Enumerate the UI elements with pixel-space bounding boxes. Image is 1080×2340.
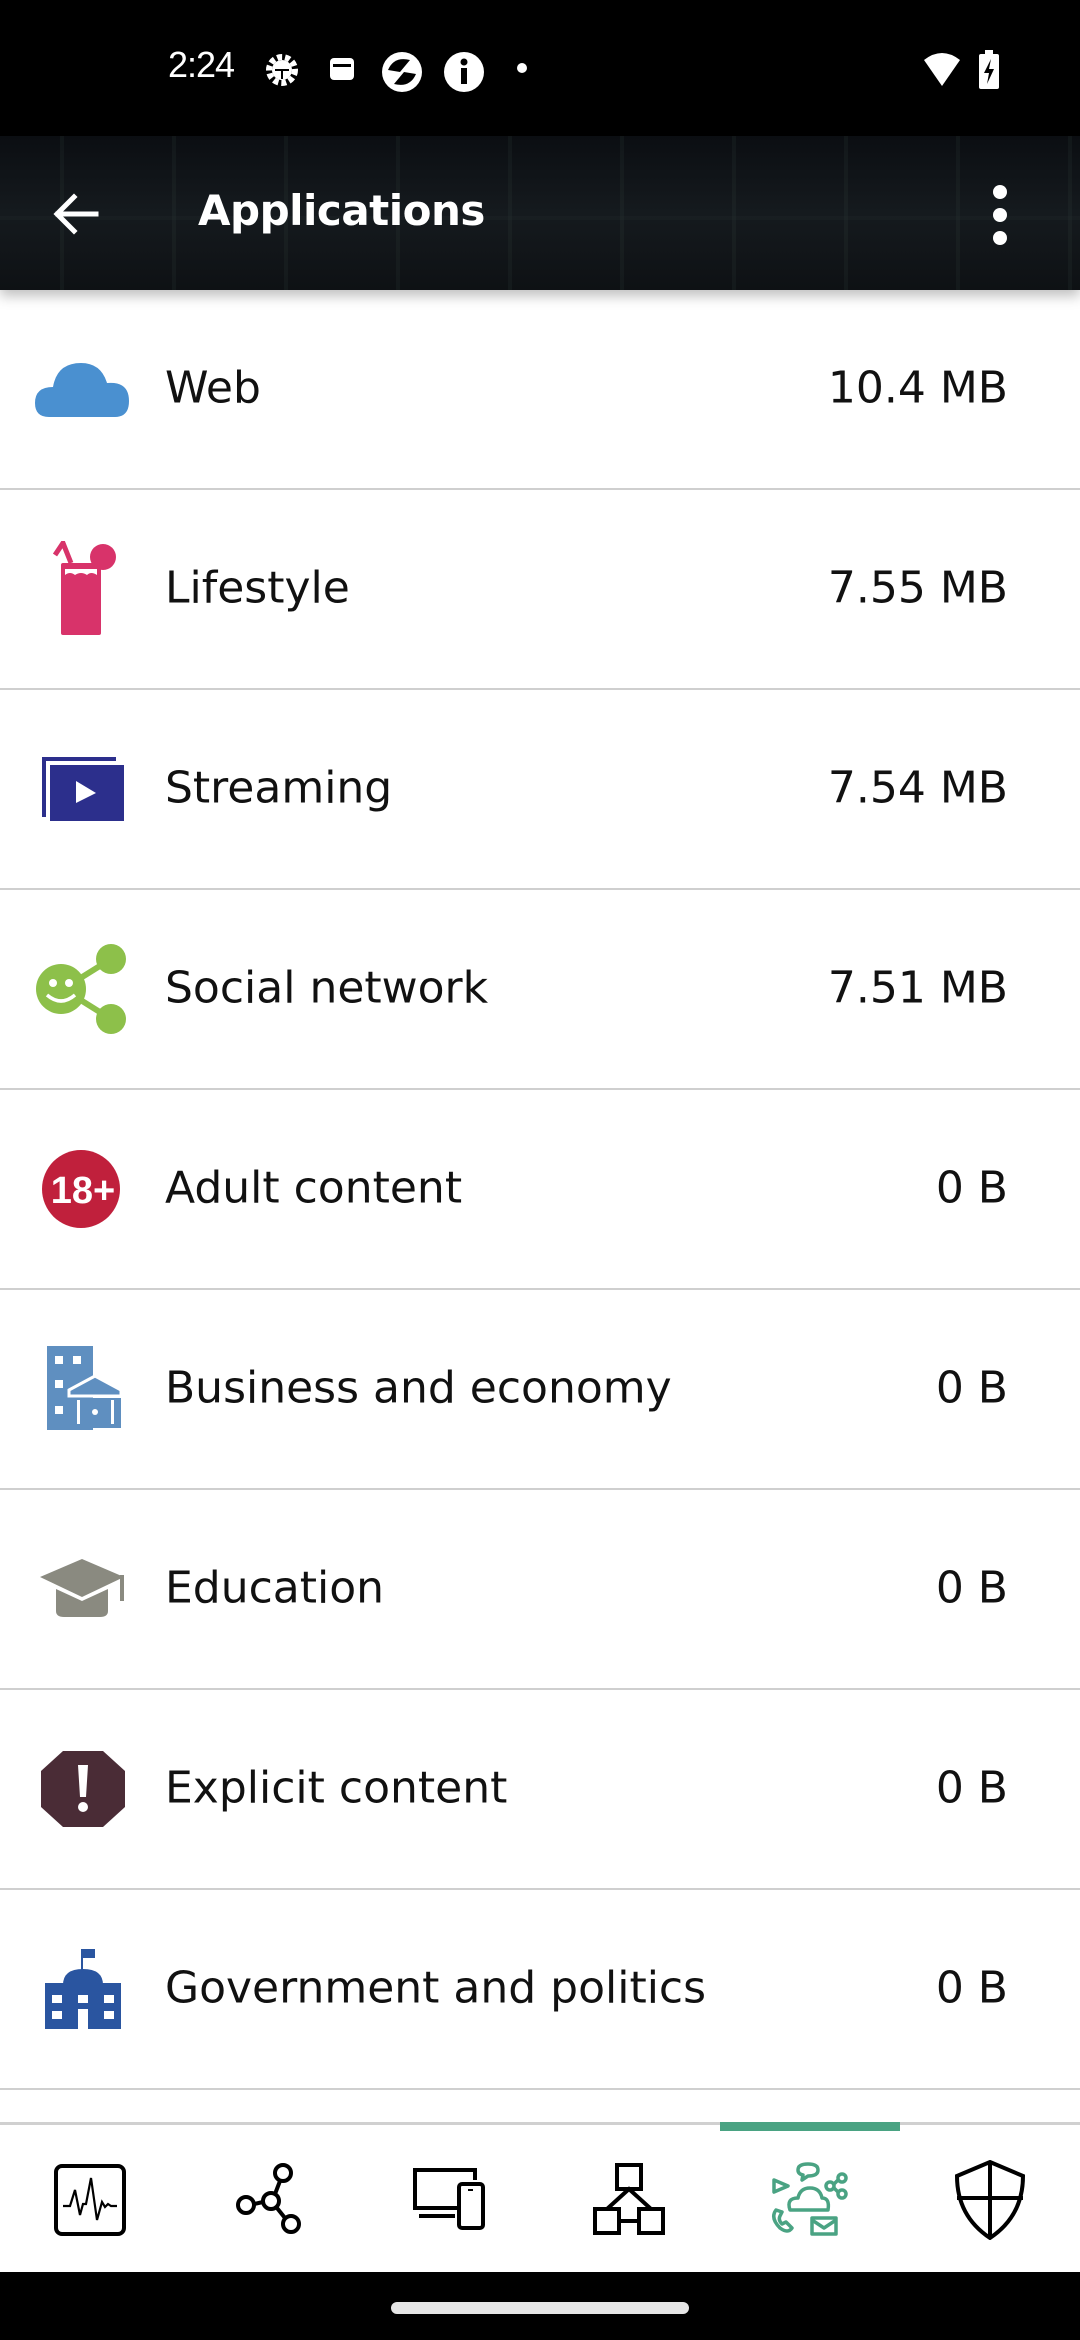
category-usage: 0 B <box>935 1762 1008 1814</box>
info-icon <box>444 52 484 92</box>
status-bar: 2:24 <box>0 0 1080 136</box>
activity-monitor-icon <box>54 2164 126 2236</box>
category-usage: 7.51 MB <box>827 962 1008 1014</box>
nav-devices[interactable] <box>360 2125 540 2275</box>
app-notification-icon <box>382 52 422 92</box>
adult-18-plus-icon: 18+ <box>30 1136 136 1242</box>
wallet-icon <box>330 58 354 80</box>
category-usage: 0 B <box>935 1562 1008 1614</box>
category-usage: 7.55 MB <box>827 562 1008 614</box>
category-row-social-network[interactable]: Social network 7.51 MB <box>0 890 1080 1090</box>
shield-icon <box>954 2160 1026 2240</box>
category-usage: 10.4 MB <box>827 362 1008 414</box>
explicit-warning-icon <box>30 1736 136 1842</box>
home-gesture-handle[interactable] <box>391 2302 689 2314</box>
bottom-navigation <box>0 2122 1080 2275</box>
status-time: 2:24 <box>168 44 235 85</box>
battery-charging-icon <box>979 50 999 89</box>
category-row-adult-content[interactable]: 18+ Adult content 0 B <box>0 1090 1080 1290</box>
nav-security[interactable] <box>900 2125 1080 2275</box>
network-nodes-icon <box>236 2163 301 2234</box>
devices-icon <box>413 2168 485 2230</box>
topology-icon <box>593 2163 665 2235</box>
page-title: Applications <box>198 186 485 235</box>
category-label: Streaming <box>165 762 393 814</box>
category-list: Web 10.4 MB Lifestyle 7.55 MB Streaming … <box>0 290 1080 2132</box>
category-label: Social network <box>165 962 489 1014</box>
back-button[interactable] <box>46 184 106 244</box>
category-label: Government and politics <box>165 1962 707 2014</box>
nav-applications[interactable] <box>720 2122 900 2275</box>
graduation-cap-icon <box>30 1536 136 1642</box>
arrow-back-icon <box>53 193 99 235</box>
category-row-explicit-content[interactable]: Explicit content 0 B <box>0 1690 1080 1890</box>
category-label: Lifestyle <box>165 562 350 614</box>
settings-gear-icon <box>266 54 298 86</box>
wifi-icon <box>924 53 960 86</box>
category-row-government-politics[interactable]: Government and politics 0 B <box>0 1890 1080 2090</box>
category-usage: 0 B <box>935 1962 1008 2014</box>
category-usage: 0 B <box>935 1162 1008 1214</box>
applications-icon <box>772 2162 848 2236</box>
header-background-pattern <box>0 136 1080 290</box>
category-row-education[interactable]: Education 0 B <box>0 1490 1080 1690</box>
system-gesture-bar <box>0 2272 1080 2340</box>
category-label: Business and economy <box>165 1362 672 1414</box>
adult-badge-text: 18+ <box>51 1170 115 1212</box>
category-label: Adult content <box>165 1162 463 1214</box>
more-options-button[interactable] <box>980 180 1020 250</box>
category-row-web[interactable]: Web 10.4 MB <box>0 290 1080 490</box>
category-usage: 0 B <box>935 1362 1008 1414</box>
category-usage: 7.54 MB <box>827 762 1008 814</box>
cloud-icon <box>30 336 136 442</box>
drink-icon <box>30 536 136 642</box>
video-play-icon <box>30 736 136 842</box>
category-label: Web <box>165 362 261 414</box>
category-label: Explicit content <box>165 1762 508 1814</box>
more-vert-icon <box>993 185 1007 245</box>
nav-network[interactable] <box>180 2125 360 2275</box>
government-building-icon <box>30 1936 136 2042</box>
nav-topology[interactable] <box>540 2125 720 2275</box>
dot-icon <box>517 63 527 73</box>
category-row-streaming[interactable]: Streaming 7.54 MB <box>0 690 1080 890</box>
business-building-icon <box>30 1336 136 1442</box>
nav-activity[interactable] <box>0 2125 180 2275</box>
social-share-icon <box>30 936 136 1042</box>
category-row-lifestyle[interactable]: Lifestyle 7.55 MB <box>0 490 1080 690</box>
app-bar: Applications <box>0 136 1080 290</box>
category-label: Education <box>165 1562 385 1614</box>
category-row-business-economy[interactable]: Business and economy 0 B <box>0 1290 1080 1490</box>
